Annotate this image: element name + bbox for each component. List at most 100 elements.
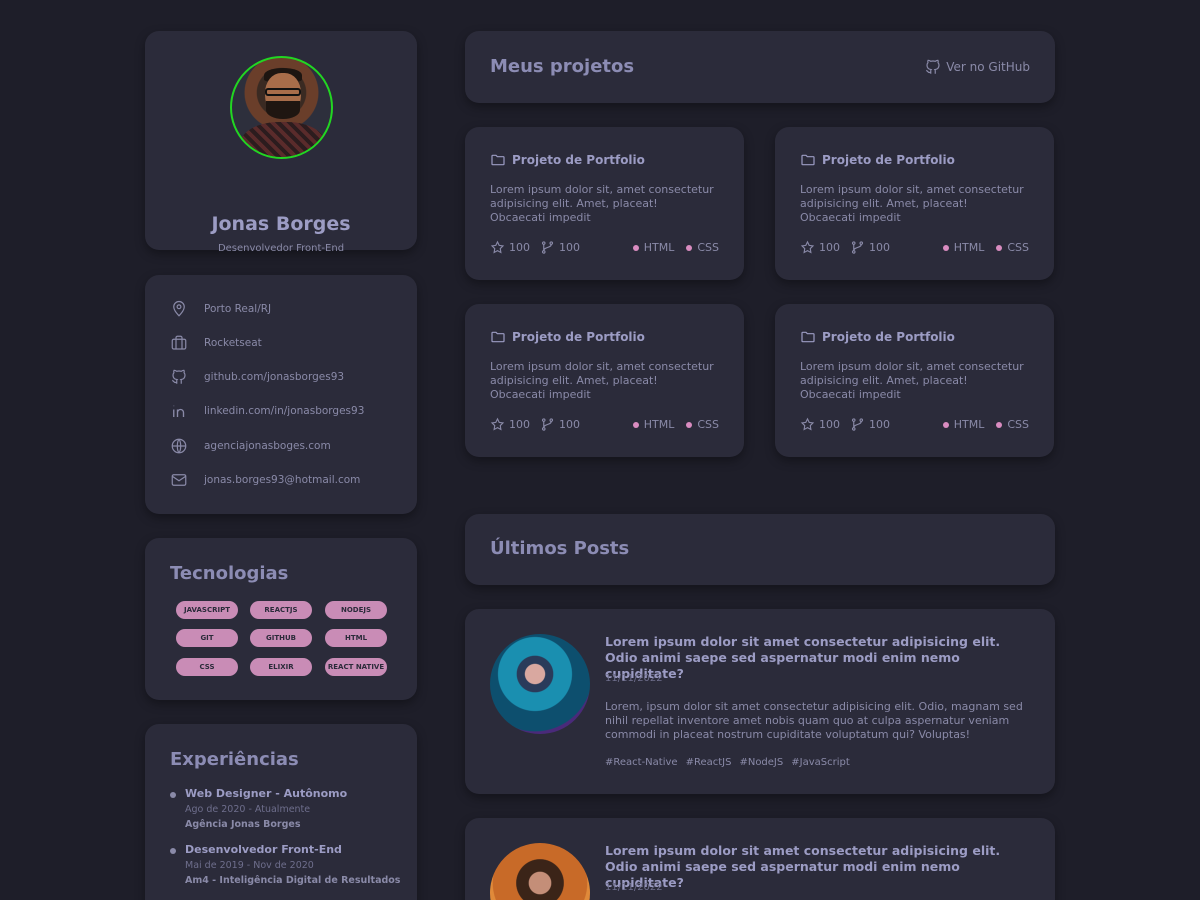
tech-tag: REACT NATIVE (325, 658, 387, 676)
globe-icon (171, 438, 187, 454)
contact-website-text: agenciajonasboges.com (204, 440, 331, 452)
experience-title: Web Designer - Autônomo (185, 787, 348, 800)
projects-title: Meus projetos (490, 56, 635, 77)
contact-website[interactable]: agenciajonasboges.com (170, 436, 331, 456)
post-image (490, 634, 590, 734)
git-branch-icon (541, 418, 554, 431)
language-dot (996, 244, 1003, 251)
project-card[interactable]: Projeto de Portfolio Lorem ipsum dolor s… (775, 304, 1054, 457)
github-icon (926, 59, 940, 74)
project-title: Projeto de Portfolio (800, 329, 955, 345)
profile-card: Jonas Borges Desenvolvedor Front-End (145, 31, 417, 254)
github-link-label: Ver no GitHub (946, 60, 1030, 74)
project-stats: 100 100 (800, 417, 900, 432)
profile-name: Jonas Borges (211, 213, 351, 235)
project-description: Lorem ipsum dolor sit, amet consectetur … (800, 360, 1024, 401)
folder-icon (801, 154, 815, 166)
git-branch-icon (851, 241, 864, 254)
star-icon (490, 240, 505, 254)
project-title-text: Projeto de Portfolio (822, 153, 955, 167)
language-label: CSS (697, 241, 719, 254)
project-languages: HTML CSS (621, 418, 719, 431)
post-date: 11/11/2022 (605, 882, 663, 893)
github-icon (171, 369, 186, 384)
language-label: CSS (1007, 418, 1029, 431)
contact-linkedin[interactable]: linkedin.com/in/jonasborges93 (170, 401, 364, 421)
stars-count: 100 (509, 241, 530, 254)
language-dot (996, 421, 1003, 428)
contact-company: Rocketseat (170, 333, 262, 353)
language-dot (942, 244, 949, 251)
post-tags: #React-Native #ReactJS #NodeJS #JavaScri… (605, 757, 858, 768)
project-title-text: Projeto de Portfolio (512, 330, 645, 344)
technologies-card: Tecnologias JAVASCRIPT REACTJS NODEJS GI… (145, 538, 417, 700)
post-tag: #ReactJS (685, 757, 732, 768)
tech-tag: HTML (325, 629, 387, 647)
contact-linkedin-text: linkedin.com/in/jonasborges93 (204, 405, 365, 417)
technologies-title: Tecnologias (170, 563, 289, 584)
post-card[interactable]: Lorem ipsum dolor sit amet consectetur a… (465, 609, 1055, 794)
project-title-text: Projeto de Portfolio (822, 330, 955, 344)
project-stats: 100 100 (490, 417, 590, 432)
post-title: Lorem ipsum dolor sit amet consectetur a… (605, 634, 1001, 681)
stars-count: 100 (819, 418, 840, 431)
profile-role: Desenvolvedor Front-End (217, 243, 345, 254)
mail-icon (171, 474, 187, 486)
contact-github[interactable]: github.com/jonasborges93 (170, 367, 344, 387)
forks-count: 100 (559, 241, 580, 254)
tech-tag: CSS (176, 658, 238, 676)
post-image (490, 843, 590, 900)
experience-company: Agência Jonas Borges (185, 819, 301, 830)
experience-title: Desenvolvedor Front-End (185, 843, 342, 856)
project-card[interactable]: Projeto de Portfolio Lorem ipsum dolor s… (465, 304, 744, 457)
posts-title: Últimos Posts (490, 538, 630, 559)
project-description: Lorem ipsum dolor sit, amet consectetur … (490, 360, 714, 401)
contact-email[interactable]: jonas.borges93@hotmail.com (170, 470, 360, 490)
post-tag: #React-Native (605, 757, 678, 768)
tech-tag: GIT (176, 629, 238, 647)
forks-count: 100 (869, 418, 890, 431)
forks-count: 100 (869, 241, 890, 254)
posts-header: Últimos Posts (465, 514, 1055, 585)
post-date: 11/11/2022 (605, 673, 663, 684)
folder-icon (491, 331, 505, 343)
avatar (230, 56, 333, 159)
stars-count: 100 (509, 418, 530, 431)
project-card[interactable]: Projeto de Portfolio Lorem ipsum dolor s… (775, 127, 1054, 280)
git-branch-icon (851, 418, 864, 431)
project-title: Projeto de Portfolio (800, 152, 955, 168)
github-link[interactable]: Ver no GitHub (924, 58, 1030, 76)
experiences-title: Experiências (170, 749, 299, 770)
project-description: Lorem ipsum dolor sit, amet consectetur … (800, 183, 1024, 224)
projects-header: Meus projetos Ver no GitHub (465, 31, 1055, 103)
project-title-text: Projeto de Portfolio (512, 153, 645, 167)
language-label: CSS (697, 418, 719, 431)
folder-icon (491, 154, 505, 166)
experience-company: Am4 - Inteligência Digital de Resultados (185, 875, 401, 886)
tech-tag: NODEJS (325, 601, 387, 619)
tech-tag: ELIXIR (250, 658, 312, 676)
tech-tag: REACTJS (250, 601, 312, 619)
project-stats: 100 100 (490, 240, 590, 255)
project-languages: HTML CSS (931, 418, 1029, 431)
contact-location-text: Porto Real/RJ (204, 303, 272, 315)
contact-github-text: github.com/jonasborges93 (204, 371, 345, 383)
post-body: Lorem, ipsum dolor sit amet consectetur … (605, 700, 1023, 741)
star-icon (800, 417, 815, 431)
stars-count: 100 (819, 241, 840, 254)
language-label: HTML (953, 418, 985, 431)
forks-count: 100 (559, 418, 580, 431)
star-icon (800, 240, 815, 254)
language-dot (632, 421, 639, 428)
language-dot (632, 244, 639, 251)
project-description: Lorem ipsum dolor sit, amet consectetur … (490, 183, 714, 224)
experience-period: Mai de 2019 - Nov de 2020 (185, 860, 314, 871)
post-card[interactable]: Lorem ipsum dolor sit amet consectetur a… (465, 818, 1055, 900)
contact-company-text: Rocketseat (204, 337, 262, 349)
project-card[interactable]: Projeto de Portfolio Lorem ipsum dolor s… (465, 127, 744, 280)
star-icon (490, 417, 505, 431)
language-label: HTML (643, 418, 675, 431)
language-label: HTML (643, 241, 675, 254)
project-languages: HTML CSS (621, 241, 719, 254)
project-languages: HTML CSS (931, 241, 1029, 254)
